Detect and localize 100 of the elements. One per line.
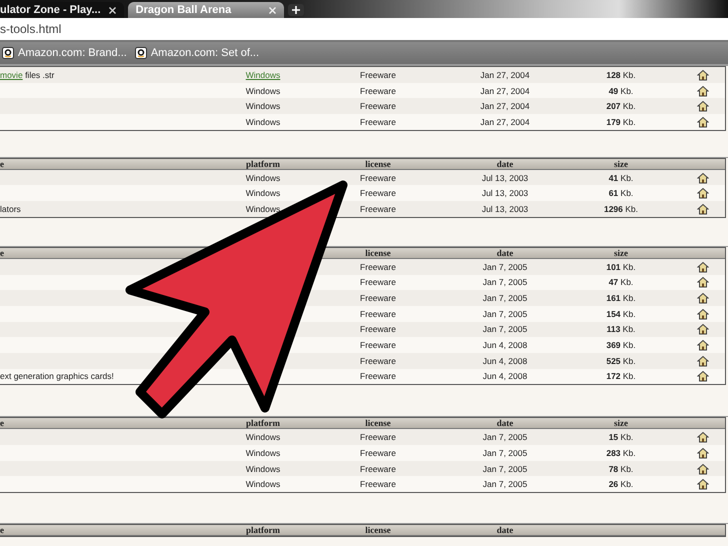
table-cell-text: Windows — [244, 479, 282, 490]
file-link[interactable]: movie — [0, 70, 23, 80]
table-cell-text: Freeware — [359, 101, 397, 112]
table-cell-text: Jan 7, 2005 — [482, 293, 528, 304]
column-header: platform — [245, 158, 281, 169]
column-header: e — [0, 158, 5, 169]
home-icon[interactable] — [697, 478, 709, 490]
home-icon[interactable] — [697, 187, 709, 200]
column-header: e — [0, 248, 5, 258]
home-icon[interactable] — [697, 308, 709, 320]
table-cell-text: 78 Kb. — [608, 464, 634, 474]
column-header: e — [0, 418, 5, 428]
table-cell-text: Freeware — [359, 86, 397, 96]
table-cell-text: ext generation graphics cards! — [0, 371, 115, 382]
column-header: size — [613, 418, 629, 428]
table-cell-text: Windows — [244, 204, 282, 214]
table-cell-text: Windows — [244, 86, 282, 96]
close-icon[interactable] — [108, 6, 116, 14]
table-cell-text: Freeware — [359, 70, 397, 80]
table-cell-text: 525 Kb. — [605, 356, 637, 366]
table-cell-text: Freeware — [359, 356, 397, 366]
table-cell-text: 49 Kb. — [608, 86, 634, 96]
column-header: date — [496, 418, 514, 428]
home-icon[interactable] — [697, 116, 709, 128]
table-cell-text: 61 Kb. — [608, 188, 634, 198]
table-cell-text: Jun 4, 2008 — [482, 356, 528, 366]
table-cell-text: Jan 7, 2005 — [482, 262, 528, 272]
table-cell-text: 283 Kb. — [605, 448, 637, 458]
home-icon[interactable] — [697, 370, 709, 382]
table-cell-text: Jun 4, 2008 — [482, 340, 528, 350]
bookmark[interactable]: Amazon.com: Set of... — [134, 47, 260, 59]
table-cell-text: Freeware — [359, 116, 397, 127]
table-cell-text: 154 Kb. — [605, 308, 637, 319]
browser-tab[interactable]: Dragon Ball Arena — [128, 2, 284, 18]
table-cell-text: Windows — [244, 432, 282, 442]
table-cell-text: Freeware — [359, 204, 397, 214]
home-icon[interactable] — [697, 276, 709, 288]
table-cell-text: Jul 13, 2003 — [480, 188, 530, 198]
table-cell-text: 41 Kb. — [608, 172, 634, 183]
table-cell-text: Freeware — [359, 293, 397, 304]
home-icon[interactable] — [697, 260, 709, 273]
new-tab-button[interactable] — [288, 4, 304, 16]
table-cell-text: Jan 27, 2004 — [479, 116, 531, 127]
home-icon[interactable] — [697, 323, 709, 336]
table-cell-text: Jan 7, 2005 — [482, 448, 528, 458]
bookmark-icon — [134, 47, 147, 59]
table-cell-text: Freeware — [359, 308, 397, 319]
table-cell-text: Freeware — [359, 448, 397, 458]
table-cell-text: Freeware — [359, 324, 397, 334]
table-cell-text: Freeware — [359, 340, 397, 350]
table-cell-text: 26 Kb. — [608, 479, 634, 490]
table-cell-text: Jan 27, 2004 — [479, 70, 531, 80]
table-cell-text: Windows — [244, 101, 282, 112]
table-cell-text: Jul 13, 2003 — [480, 172, 530, 183]
home-icon[interactable] — [697, 100, 709, 112]
plus-icon — [292, 6, 300, 14]
home-icon[interactable] — [697, 339, 709, 352]
table-cell-text: Jan 7, 2005 — [482, 464, 528, 474]
home-icon[interactable] — [697, 446, 709, 459]
home-icon[interactable] — [697, 292, 709, 304]
platform-link[interactable]: Windows — [246, 70, 280, 80]
column-header: license — [364, 248, 392, 258]
table-cell-text: lators — [0, 204, 22, 214]
column-header: size — [613, 158, 629, 169]
home-icon[interactable] — [697, 172, 709, 184]
table-cell-text: Jan 7, 2005 — [482, 308, 528, 319]
bookmark-icon — [2, 47, 14, 59]
table-cell-text: 161 Kb. — [605, 293, 637, 304]
table-cell-text: 172 Kb. — [605, 371, 637, 382]
browser-tab[interactable]: ulator Zone - Play... — [0, 2, 124, 18]
home-icon[interactable] — [697, 68, 709, 81]
table-cell-text: 1296 Kb. — [602, 204, 640, 214]
table-cell-text: Windows — [244, 188, 282, 198]
bookmark[interactable]: Amazon.com: Brand... — [2, 47, 127, 59]
table-cell-text: Jul 13, 2003 — [480, 204, 530, 214]
table-cell-text: Freeware — [359, 371, 397, 382]
table-cell-text: Jan 7, 2005 — [482, 324, 528, 334]
table-cell-text: Windows — [244, 172, 282, 183]
column-header: size — [613, 248, 629, 258]
table-cell-text: Freeware — [359, 262, 397, 272]
column-header: date — [496, 248, 514, 258]
table-cell-text: Jan 7, 2005 — [482, 432, 528, 442]
table-cell-text: 179 Kb. — [605, 116, 637, 127]
column-header: license — [364, 418, 392, 428]
home-icon[interactable] — [697, 354, 709, 367]
column-header: license — [364, 158, 392, 169]
table-cell-text: Freeware — [359, 464, 397, 474]
home-icon[interactable] — [697, 202, 709, 215]
table-cell-text: Freeware — [359, 277, 397, 288]
column-header: date — [496, 158, 514, 169]
home-icon[interactable] — [697, 431, 709, 444]
home-icon[interactable] — [697, 462, 709, 475]
table-cell-text: Jan 27, 2004 — [479, 101, 531, 112]
table-cell-text: Windows — [244, 464, 282, 474]
table-cell-text: 207 Kb. — [605, 101, 637, 112]
table-cell-text: 101 Kb. — [605, 262, 637, 272]
home-icon[interactable] — [697, 84, 709, 97]
address-bar[interactable]: s-tools.html — [0, 18, 728, 42]
column-header: platform — [245, 525, 281, 536]
table-cell-text: Windows — [244, 116, 282, 127]
